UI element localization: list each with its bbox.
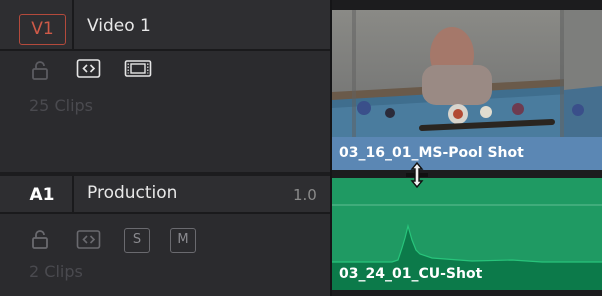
video-clip-label: 03_16_01_MS-Pool Shot <box>339 145 524 161</box>
a1-track-badge[interactable]: A1 <box>20 182 64 208</box>
auto-select-icon[interactable] <box>76 229 102 251</box>
audio-header-divider <box>72 176 74 213</box>
audio-track-name[interactable]: Production <box>87 183 177 203</box>
solo-button[interactable]: S <box>124 228 150 253</box>
audio-header-separator <box>0 212 330 214</box>
mute-button[interactable]: M <box>170 228 196 253</box>
lock-icon[interactable] <box>31 229 49 249</box>
auto-select-icon[interactable] <box>76 58 102 80</box>
audio-clip-count: 2 Clips <box>29 262 83 281</box>
trim-cursor-icon <box>403 161 431 189</box>
audio-clip-label: 03_24_01_CU-Shot <box>339 266 483 282</box>
lock-icon[interactable] <box>31 60 49 80</box>
audio-track-level[interactable]: 1.0 <box>293 186 317 204</box>
video-track-name[interactable]: Video 1 <box>87 16 151 36</box>
video-clip[interactable]: 03_16_01_MS-Pool Shot <box>332 10 602 170</box>
film-strip-icon[interactable] <box>124 58 152 80</box>
video-header-divider <box>72 0 74 50</box>
video-clip-thumbnail <box>332 10 602 137</box>
audio-clip[interactable]: 03_24_01_CU-Shot <box>332 178 602 290</box>
video-clip-count: 25 Clips <box>29 96 93 115</box>
v1-track-badge[interactable]: V1 <box>19 14 66 45</box>
video-header-separator <box>0 49 330 51</box>
